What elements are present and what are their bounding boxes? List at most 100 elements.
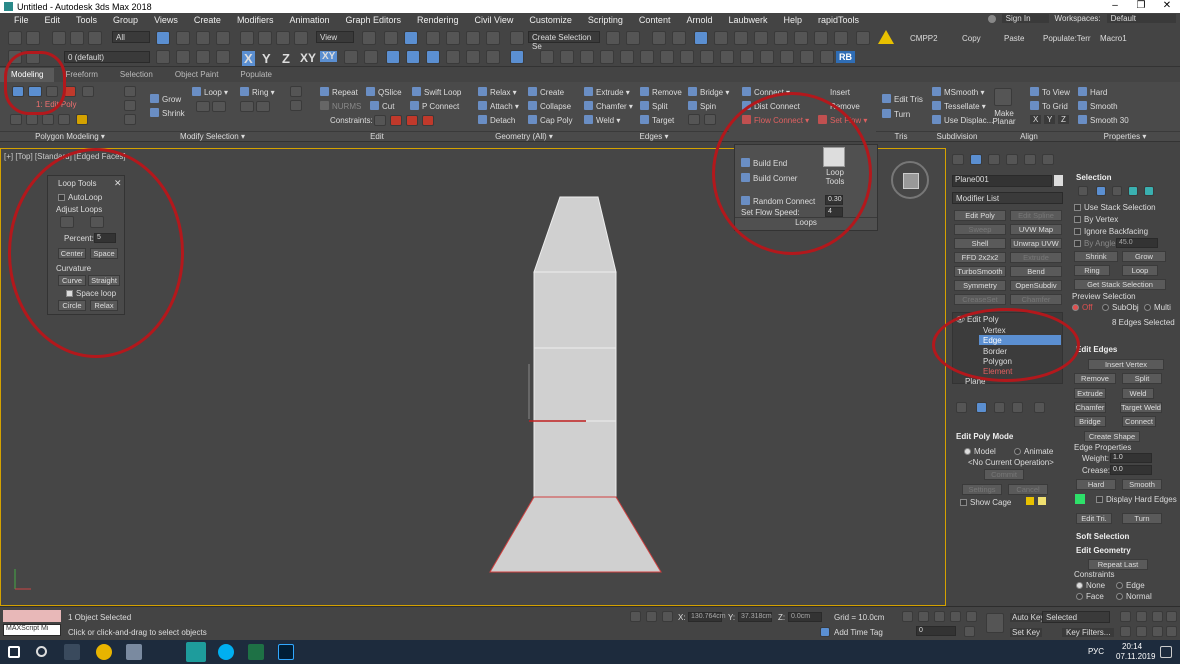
repeat-last-button[interactable]: Repeat Last <box>1088 559 1148 570</box>
pm-side-2-icon[interactable] <box>124 100 136 111</box>
cap-poly-button[interactable]: Cap Poly <box>528 115 572 125</box>
edges-tool-2-icon[interactable] <box>704 114 716 125</box>
menu-create[interactable]: Create <box>186 15 229 25</box>
ring-sel-button[interactable]: Ring <box>1074 265 1110 276</box>
remove-button[interactable]: Remove <box>640 87 682 97</box>
pm-tool-5-icon[interactable] <box>76 114 88 125</box>
display-tab-icon[interactable] <box>1024 154 1036 165</box>
percent-snap-icon[interactable] <box>466 31 480 45</box>
menu-views[interactable]: Views <box>146 15 186 25</box>
swift-loop-button[interactable]: Swift Loop <box>412 87 461 97</box>
link-icon[interactable] <box>52 31 66 45</box>
set-current-layer-icon[interactable] <box>216 50 230 64</box>
chrome-icon[interactable] <box>96 644 112 660</box>
edit-geometry-header[interactable]: Edit Geometry <box>1076 546 1131 555</box>
edit-side-1-icon[interactable] <box>290 86 302 97</box>
turn-edge-button[interactable]: Turn <box>1122 513 1162 524</box>
modifier-button-extrude[interactable]: Extrude <box>1010 252 1062 263</box>
object-color-swatch[interactable] <box>1054 175 1063 186</box>
add-to-layer-icon[interactable] <box>176 50 190 64</box>
render-setup-icon[interactable] <box>774 31 788 45</box>
modify-tab-icon[interactable] <box>970 154 982 165</box>
settings-button[interactable]: Settings <box>962 484 1002 495</box>
custom-btn-cmpp2[interactable]: CMPP2 <box>910 34 938 43</box>
axis-x-button[interactable]: X <box>242 51 255 66</box>
tool-a-icon[interactable] <box>540 50 554 64</box>
zoom-icon[interactable] <box>1120 611 1131 622</box>
maximize-viewport-icon[interactable] <box>1166 626 1177 637</box>
ring-button[interactable]: Ring ▾ <box>240 87 275 97</box>
auto-key-button[interactable]: Auto Key <box>1010 613 1047 622</box>
material-editor-icon[interactable] <box>754 31 768 45</box>
curve-editor-icon[interactable] <box>714 31 728 45</box>
align-footer[interactable]: Align <box>988 131 1070 142</box>
edit-tri-button[interactable]: Edit Tri. <box>1076 513 1112 524</box>
menu-file[interactable]: File <box>6 15 37 25</box>
sign-in-dropdown[interactable]: Sign In <box>1001 14 1049 23</box>
create-layer-icon[interactable] <box>156 50 170 64</box>
modifier-button-bend[interactable]: Bend <box>1010 266 1062 277</box>
menu-scripting[interactable]: Scripting <box>580 15 631 25</box>
split-edge-button[interactable]: Split <box>1122 373 1162 384</box>
pm-tool-2-icon[interactable] <box>26 114 38 125</box>
loop-shrink-icon[interactable] <box>212 101 226 112</box>
bind-spacewarp-icon[interactable] <box>88 31 102 45</box>
loop-button[interactable]: Loop ▾ <box>192 87 228 97</box>
target-weld-button[interactable]: Target Weld <box>1120 402 1162 413</box>
rendered-frame-icon[interactable] <box>794 31 808 45</box>
menu-help[interactable]: Help <box>776 15 811 25</box>
polygon-modeling-footer[interactable]: Polygon Modeling ▾ <box>0 131 140 142</box>
rect-selection-icon[interactable] <box>196 31 210 45</box>
weld-button[interactable]: Weld ▾ <box>584 115 620 125</box>
close-button[interactable]: ✕ <box>1154 0 1180 11</box>
rb-button[interactable]: RB <box>836 51 855 63</box>
select-manipulate-icon[interactable] <box>384 31 398 45</box>
constraint-face-radio[interactable]: Face <box>1076 592 1104 601</box>
frame-input[interactable]: 0 <box>916 626 956 636</box>
constraint-edge-radio[interactable]: Edge <box>1116 581 1145 590</box>
use-displac-button[interactable]: Use Displac... <box>932 115 993 125</box>
loop-grow-icon[interactable] <box>196 101 210 112</box>
task-view-icon[interactable] <box>64 644 80 660</box>
modifier-button-chamfer[interactable]: Chamfer <box>1010 294 1062 305</box>
constraint-edge-icon[interactable] <box>390 115 402 126</box>
turn-button[interactable]: Turn <box>882 109 910 119</box>
redo-icon[interactable] <box>26 31 40 45</box>
spinner-snap-icon[interactable] <box>486 31 500 45</box>
align-icon[interactable] <box>626 31 640 45</box>
selection-header[interactable]: Selection <box>1076 173 1112 182</box>
modifier-button-shell[interactable]: Shell <box>954 238 1006 249</box>
commit-button[interactable]: Commit <box>984 469 1024 480</box>
3dsmax-taskbar-icon[interactable] <box>186 642 206 662</box>
isolate-icon[interactable] <box>630 611 641 622</box>
show-cage-checkbox[interactable]: Show Cage <box>960 498 1011 507</box>
scene-explorer-icon[interactable] <box>694 31 708 45</box>
add-time-tag[interactable]: Add Time Tag <box>834 628 883 637</box>
time-tag-icon[interactable] <box>820 627 830 637</box>
sel-edge-icon[interactable] <box>1096 186 1106 196</box>
menu-customize[interactable]: Customize <box>521 15 580 25</box>
sel-border-icon[interactable] <box>1112 186 1122 196</box>
zoom-all-icon[interactable] <box>1136 611 1147 622</box>
constraint-none-icon[interactable] <box>374 115 386 126</box>
qslice-button[interactable]: QSlice <box>366 87 402 97</box>
create-shape-button[interactable]: Create Shape <box>1084 431 1140 442</box>
constraint-none-radio[interactable]: None <box>1076 581 1105 590</box>
show-end-result-icon[interactable] <box>976 402 987 413</box>
align-y-button[interactable]: Y <box>1044 115 1056 124</box>
snap-endpoint-icon[interactable] <box>486 50 500 64</box>
display-hard-edges-checkbox[interactable]: Display Hard Edges <box>1096 495 1177 504</box>
spin-button[interactable]: Spin <box>688 101 716 111</box>
to-grid-button[interactable]: To Grid <box>1030 101 1068 111</box>
tool-j-icon[interactable] <box>720 50 734 64</box>
layer-explorer-icon[interactable] <box>652 31 666 45</box>
collapse-button[interactable]: Collapse <box>528 101 571 111</box>
pm-side-3-icon[interactable] <box>124 114 136 125</box>
edit-named-selection-icon[interactable] <box>510 31 524 45</box>
x-coord[interactable]: 130.764cm <box>688 612 726 622</box>
tool-l-icon[interactable] <box>760 50 774 64</box>
model-radio[interactable]: Model <box>964 447 996 456</box>
menu-modifiers[interactable]: Modifiers <box>229 15 282 25</box>
menu-edit[interactable]: Edit <box>37 15 69 25</box>
snap-pivot-icon[interactable] <box>426 50 440 64</box>
